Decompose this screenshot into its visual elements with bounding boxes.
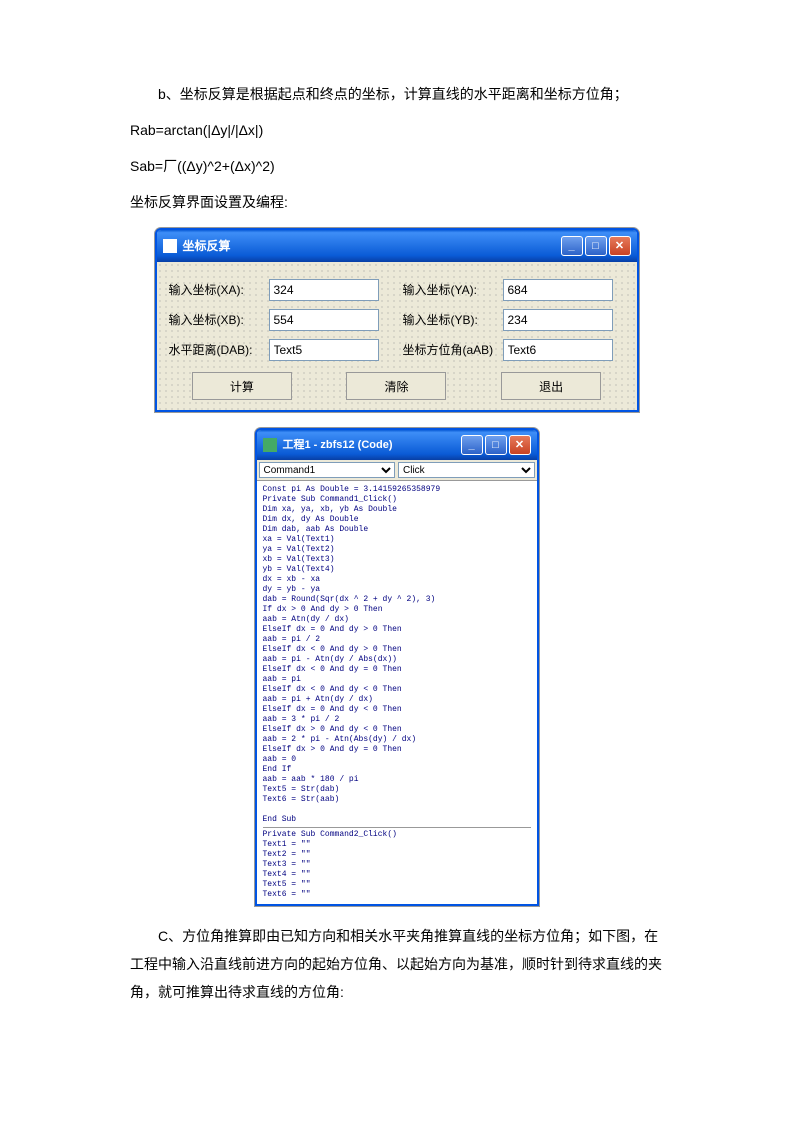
- xb-field[interactable]: [269, 309, 379, 331]
- aab-label: 坐标方位角(aAB): [399, 338, 503, 362]
- close-icon[interactable]: ✕: [609, 236, 631, 256]
- app-icon: [163, 239, 177, 253]
- vb-form-window: 坐标反算 _ □ ✕ 输入坐标(XA): 输入坐标(YA): 输入坐标(XB):…: [155, 228, 639, 412]
- code-toolbar: Command1 Click: [257, 460, 537, 481]
- proc-combo[interactable]: Click: [398, 462, 535, 478]
- form-body: 输入坐标(XA): 输入坐标(YA): 输入坐标(XB): 输入坐标(YB): …: [157, 262, 637, 410]
- object-combo[interactable]: Command1: [259, 462, 396, 478]
- formula-sab: Sab=厂((Δy)^2+(Δx)^2): [130, 152, 663, 180]
- ya-label: 输入坐标(YA):: [399, 278, 503, 302]
- code-block-1: Const pi As Double = 3.14159265358979 Pr…: [263, 485, 441, 824]
- dab-field[interactable]: [269, 339, 379, 361]
- yb-field[interactable]: [503, 309, 613, 331]
- maximize-icon[interactable]: □: [585, 236, 607, 256]
- aab-field[interactable]: [503, 339, 613, 361]
- ya-field[interactable]: [503, 279, 613, 301]
- exit-button[interactable]: 退出: [501, 372, 601, 400]
- window-title: 坐标反算: [183, 234, 561, 258]
- calc-button[interactable]: 计算: [192, 372, 292, 400]
- titlebar[interactable]: 坐标反算 _ □ ✕: [157, 230, 637, 262]
- code-titlebar[interactable]: 工程1 - zbfs12 (Code) _ □ ✕: [257, 430, 537, 460]
- para-b: b、坐标反算是根据起点和终点的坐标，计算直线的水平距离和坐标方位角；: [130, 80, 663, 108]
- xa-label: 输入坐标(XA):: [165, 278, 269, 302]
- code-title: 工程1 - zbfs12 (Code): [283, 434, 461, 456]
- xa-field[interactable]: [269, 279, 379, 301]
- para-c: C、方位角推算即由已知方向和相关水平夹角推算直线的坐标方位角；如下图，在工程中输…: [130, 922, 663, 1006]
- para-ui-desc: 坐标反算界面设置及编程:: [130, 188, 663, 216]
- code-window: 工程1 - zbfs12 (Code) _ □ ✕ Command1 Click…: [255, 428, 539, 906]
- minimize-icon[interactable]: _: [461, 435, 483, 455]
- close-icon[interactable]: ✕: [509, 435, 531, 455]
- formula-rab: Rab=arctan(|Δy|/|Δx|): [130, 116, 663, 144]
- minimize-icon[interactable]: _: [561, 236, 583, 256]
- xb-label: 输入坐标(XB):: [165, 308, 269, 332]
- code-icon: [263, 438, 277, 452]
- yb-label: 输入坐标(YB):: [399, 308, 503, 332]
- maximize-icon[interactable]: □: [485, 435, 507, 455]
- clear-button[interactable]: 清除: [346, 372, 446, 400]
- code-area[interactable]: Const pi As Double = 3.14159265358979 Pr…: [257, 481, 537, 904]
- dab-label: 水平距离(DAB):: [165, 338, 269, 362]
- code-block-2: Private Sub Command2_Click() Text1 = "" …: [263, 830, 397, 899]
